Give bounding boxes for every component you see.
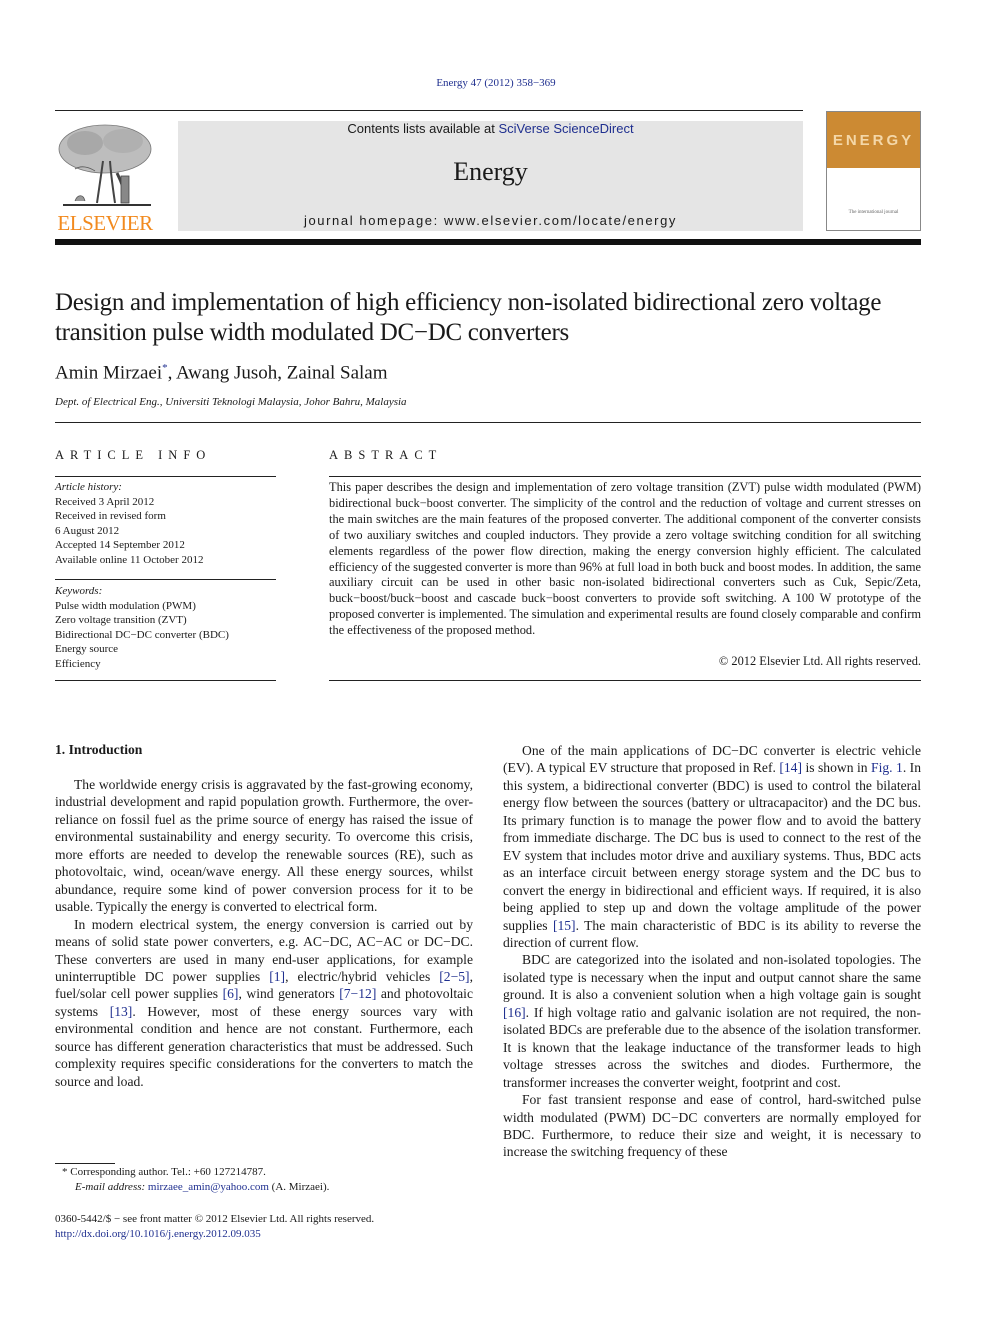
reference-link[interactable]: [16]	[503, 1005, 526, 1020]
history-item: Received 3 April 2012	[55, 495, 155, 508]
reference-link[interactable]: [13]	[110, 1004, 133, 1019]
article-info-rule	[55, 476, 276, 477]
text-run: , wind generators	[238, 986, 340, 1002]
keyword: Efficiency	[55, 657, 101, 670]
body-column-right: One of the main applications of DC−DC co…	[503, 742, 921, 1161]
paragraph: One of the main applications of DC−DC co…	[503, 742, 921, 951]
reference-link[interactable]: [2−5]	[439, 969, 469, 984]
front-matter: 0360-5442/$ − see front matter © 2012 El…	[55, 1212, 374, 1242]
journal-name[interactable]: Energy	[178, 157, 803, 187]
journal-banner: Contents lists available at SciVerse Sci…	[178, 121, 803, 231]
paragraph: In modern electrical system, the energy …	[55, 916, 473, 1091]
title-rule	[55, 422, 921, 423]
history-item: Available online 11 October 2012	[55, 553, 204, 566]
elsevier-tree-icon	[58, 124, 152, 206]
figure-link[interactable]: Fig. 1	[871, 760, 903, 775]
author-list: Amin Mirzaei*, Awang Jusoh, Zainal Salam	[55, 362, 388, 384]
abstract-copyright: © 2012 Elsevier Ltd. All rights reserved…	[718, 654, 921, 668]
email-link[interactable]: mirzaee_amin@yahoo.com	[148, 1181, 269, 1193]
article-title: Design and implementation of high effici…	[55, 289, 882, 346]
keyword: Pulse width modulation (PWM)	[55, 599, 196, 612]
text-run: , electric/hybrid vehicles	[285, 968, 440, 984]
article-info-rule	[55, 579, 276, 580]
email-label: E-mail address:	[75, 1181, 148, 1193]
paragraph: For fast transient response and ease of …	[503, 1092, 921, 1160]
cover-band: ENERGY	[827, 112, 920, 168]
reference-link[interactable]: [14]	[779, 760, 802, 775]
elsevier-logo[interactable]: ELSEVIER	[55, 121, 155, 235]
header-rule	[55, 110, 803, 111]
text-run: . In this system, a bidirectional conver…	[503, 760, 922, 933]
journal-cover-thumbnail[interactable]: ENERGY The international journal	[826, 111, 921, 231]
author-primary[interactable]: Amin Mirzaei	[55, 362, 162, 383]
footnote-mark: *	[62, 1166, 68, 1178]
doi-link[interactable]: http://dx.doi.org/10.1016/j.energy.2012.…	[55, 1227, 374, 1242]
reference-link[interactable]: [7−12]	[339, 986, 376, 1001]
cover-title: ENERGY	[832, 132, 915, 149]
abstract-rule	[329, 476, 921, 477]
reference-link[interactable]: [6]	[223, 986, 239, 1001]
reference-link[interactable]: [15]	[553, 918, 576, 933]
keyword: Zero voltage transition (ZVT)	[55, 614, 187, 626]
footnote-rule	[55, 1163, 115, 1164]
body-column-left: The worldwide energy crisis is aggravate…	[55, 776, 473, 1090]
author-others: , Awang Jusoh, Zainal Salam	[167, 362, 388, 384]
journal-citation-link[interactable]: Energy 47 (2012) 358−369	[0, 77, 992, 89]
history-label: Article history:	[55, 481, 122, 493]
abstract-rule	[329, 680, 921, 681]
history-item: Received in revised form	[55, 510, 166, 522]
elsevier-wordmark: ELSEVIER	[57, 211, 153, 235]
abstract-text: This paper describes the design and impl…	[329, 480, 921, 638]
text-run: is shown in	[802, 760, 872, 776]
journal-homepage-link[interactable]: journal homepage: www.elsevier.com/locat…	[178, 213, 803, 228]
article-info-rule	[55, 680, 276, 681]
history-item: Accepted 14 September 2012	[55, 539, 185, 551]
abstract-heading: ABSTRACT	[329, 448, 443, 462]
keywords: Keywords: Pulse width modulation (PWM) Z…	[55, 584, 276, 671]
section-heading-introduction: 1. Introduction	[55, 742, 143, 757]
history-item: 6 August 2012	[55, 524, 120, 537]
text-run: BDC are categorized into the isolated an…	[503, 952, 921, 1003]
header-thick-rule	[55, 239, 921, 245]
keyword: Energy source	[55, 643, 119, 655]
contents-line: Contents lists available at SciVerse Sci…	[178, 121, 803, 136]
footnote-corresponding: Corresponding author. Tel.: +60 12721478…	[70, 1166, 266, 1178]
cover-caption: The international journal	[848, 210, 899, 215]
text-run: . If high voltage ratio and galvanic iso…	[503, 1004, 921, 1090]
contents-prefix: Contents lists available at	[347, 121, 499, 136]
article-info-heading: ARTICLE INFO	[55, 448, 212, 462]
paragraph: The worldwide energy crisis is aggravate…	[55, 777, 473, 915]
paragraph: BDC are categorized into the isolated an…	[503, 951, 921, 1091]
issn-line: 0360-5442/$ − see front matter © 2012 El…	[55, 1213, 375, 1225]
keywords-label: Keywords:	[55, 585, 103, 597]
affiliation: Dept. of Electrical Eng., Universiti Tek…	[55, 396, 407, 408]
keyword: Bidirectional DC−DC converter (BDC)	[55, 628, 229, 641]
reference-link[interactable]: [1]	[269, 969, 285, 984]
footnote: * Corresponding author. Tel.: +60 127214…	[62, 1165, 329, 1195]
sciencedirect-link[interactable]: SciVerse ScienceDirect	[498, 121, 633, 136]
email-suffix: (A. Mirzaei).	[268, 1181, 330, 1193]
article-history: Article history: Received 3 April 2012 R…	[55, 480, 276, 567]
